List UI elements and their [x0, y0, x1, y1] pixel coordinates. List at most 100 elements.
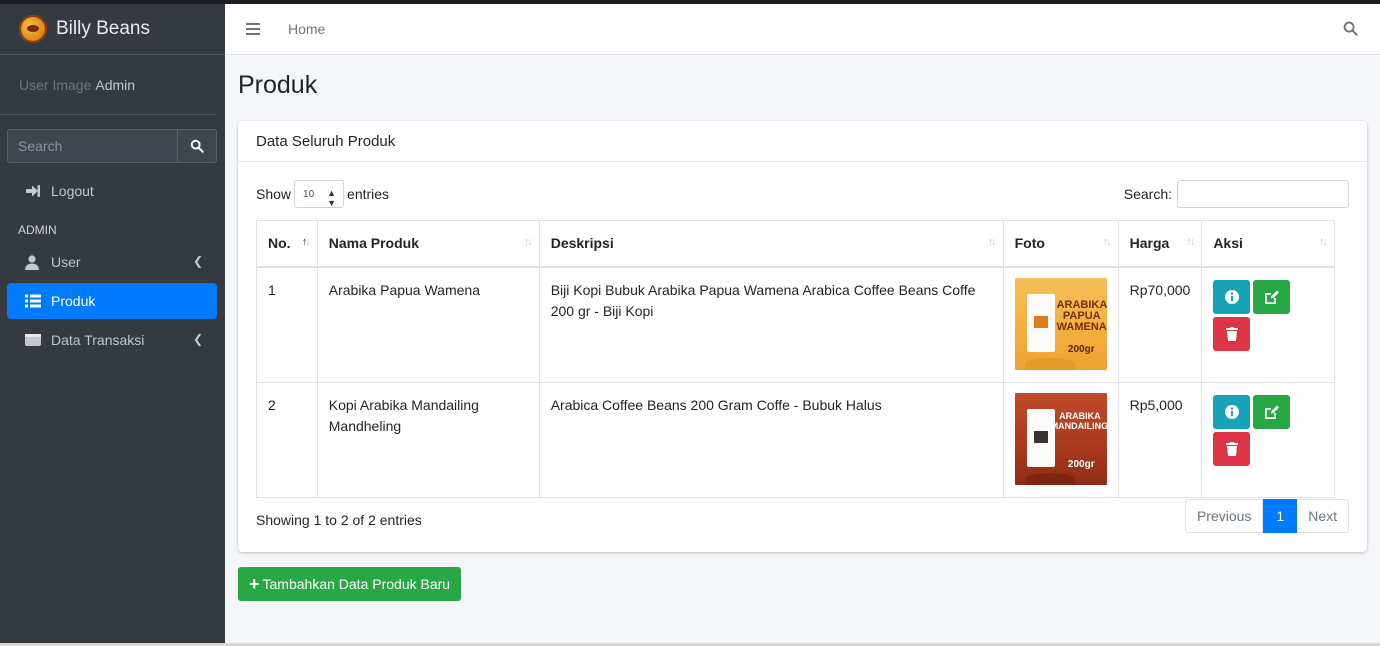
- sidebar-nav: Logout ADMIN User ❮ Produk Data Transaks…: [0, 173, 225, 358]
- table-search-input[interactable]: [1177, 180, 1349, 208]
- page-title: Produk: [238, 71, 318, 99]
- entries-label: entries: [347, 186, 390, 202]
- sidebar-search: Search: [7, 129, 217, 163]
- brand-link[interactable]: Billy Beans: [0, 4, 225, 55]
- product-photo: ARABIKA PAPUA WAMENA 200gr: [1014, 277, 1107, 370]
- info-circle-icon: [1224, 289, 1239, 304]
- sidebar-header-admin: ADMIN: [18, 223, 57, 237]
- sort-icon: ↑↓: [1319, 236, 1328, 248]
- detail-button[interactable]: [1213, 279, 1251, 314]
- sort-icon: ↑↓: [1102, 236, 1112, 248]
- sidebar-item-label: Data Transaksi: [51, 332, 145, 348]
- top-navbar: Home: [225, 4, 1380, 55]
- pagination-page-1[interactable]: 1: [1263, 499, 1298, 533]
- pagination-next[interactable]: Next: [1297, 499, 1349, 533]
- table-controls: Show 10 ▲ ▼ entries Search:: [256, 180, 1349, 208]
- coffee-bag-image: [1026, 293, 1055, 352]
- sort-icon: ↑↓: [523, 236, 533, 248]
- entries-select[interactable]: 10 ▲ ▼: [294, 180, 345, 208]
- select-caret-icon: ▲ ▼: [327, 188, 337, 208]
- sidebar-item-label: Logout: [51, 183, 94, 199]
- sidebar: Billy Beans User Image Admin Search Logo…: [0, 4, 225, 646]
- action-buttons: [1213, 279, 1303, 351]
- info-circle-icon: [1224, 404, 1239, 419]
- table-info: Showing 1 to 2 of 2 entries: [256, 512, 422, 528]
- plus-icon: +: [249, 574, 260, 594]
- sidebar-search-input[interactable]: Search: [7, 129, 177, 163]
- col-header-foto[interactable]: Foto ↑↓: [1002, 220, 1119, 268]
- show-label: Show: [256, 186, 292, 202]
- sidebar-item-logout[interactable]: Logout: [7, 173, 217, 209]
- col-header-harga[interactable]: Harga ↑↓: [1117, 220, 1203, 268]
- trash-icon: [1225, 326, 1238, 341]
- cell-deskripsi: Biji Kopi Bubuk Arabika Papua Wamena Ara…: [538, 266, 1004, 383]
- sidebar-item-produk[interactable]: Produk: [7, 283, 217, 319]
- edit-icon: [1265, 290, 1280, 304]
- edit-button[interactable]: [1253, 279, 1291, 314]
- cell-aksi: [1201, 266, 1335, 383]
- user-image: User Image: [19, 76, 92, 93]
- table-search: Search:: [1124, 180, 1349, 208]
- content-wrapper: Produk Data Seluruh Produk Show 10 ▲ ▼ en…: [225, 55, 1380, 646]
- list-icon: [25, 294, 43, 308]
- pagination: Previous 1 Next: [1184, 499, 1349, 533]
- cell-no: 1: [256, 266, 318, 383]
- table-row: 1 Arabika Papua Wamena Biji Kopi Bubuk A…: [256, 266, 1335, 383]
- cell-foto: ARABIKA MANDAILING 200gr: [1002, 381, 1119, 498]
- cell-aksi: [1201, 381, 1335, 498]
- entries-select-value: 10: [303, 188, 315, 200]
- photo-weight: 200gr: [1067, 458, 1095, 470]
- brand-name: Billy Beans: [56, 18, 150, 39]
- chevron-left-icon: ❮: [192, 254, 203, 268]
- user-icon: [25, 254, 43, 270]
- products-table: No. ↑↓ Nama Produk ↑↓ Deskripsi ↑↓ Foto ↑↓ H…: [256, 220, 1335, 498]
- pagination-previous[interactable]: Previous: [1184, 499, 1264, 533]
- add-product-label: Tambahkan Data Produk Baru: [262, 576, 451, 592]
- photo-weight: 200gr: [1067, 343, 1095, 355]
- delete-button[interactable]: [1213, 431, 1251, 466]
- trash-icon: [1225, 441, 1238, 456]
- sort-asc-icon: ↑↓: [301, 236, 311, 248]
- sidebar-item-label: User: [51, 254, 81, 270]
- add-product-button[interactable]: + Tambahkan Data Produk Baru: [238, 567, 462, 601]
- menu-toggle-icon[interactable]: [246, 23, 260, 35]
- cell-no: 2: [256, 381, 318, 498]
- chevron-left-icon: ❮: [192, 332, 203, 346]
- cell-harga: Rp5,000: [1117, 381, 1203, 498]
- cell-deskripsi: Arabica Coffee Beans 200 Gram Coffe - Bu…: [538, 381, 1004, 498]
- sidebar-item-data-transaksi[interactable]: Data Transaksi ❮: [7, 322, 217, 358]
- col-header-aksi[interactable]: Aksi ↑↓: [1201, 220, 1335, 268]
- products-card: Data Seluruh Produk Show 10 ▲ ▼ entries S…: [238, 121, 1367, 552]
- brand-logo: [19, 15, 47, 43]
- sidebar-item-user[interactable]: User ❮: [7, 244, 217, 280]
- table-header-row: No. ↑↓ Nama Produk ↑↓ Deskripsi ↑↓ Foto ↑↓ H…: [256, 220, 1335, 268]
- card-title: Data Seluruh Produk: [238, 121, 1367, 162]
- user-panel: User Image Admin: [0, 55, 217, 115]
- delete-button[interactable]: [1213, 316, 1251, 351]
- action-buttons: [1213, 394, 1303, 466]
- search-icon: [190, 139, 204, 153]
- table-search-label: Search:: [1123, 186, 1172, 202]
- cell-harga: Rp70,000: [1117, 266, 1203, 383]
- edit-icon: [1265, 405, 1280, 419]
- user-name[interactable]: Admin: [95, 77, 135, 93]
- photo-title: ARABIKA PAPUA WAMENA: [1056, 298, 1107, 333]
- col-header-deskripsi[interactable]: Deskripsi ↑↓: [538, 220, 1004, 268]
- sidebar-search-button[interactable]: [177, 129, 217, 163]
- cell-foto: ARABIKA PAPUA WAMENA 200gr: [1002, 266, 1119, 383]
- product-photo: ARABIKA MANDAILING 200gr: [1014, 392, 1107, 485]
- photo-title: ARABIKA MANDAILING: [1050, 410, 1107, 431]
- sign-out-icon: [25, 184, 43, 198]
- col-header-nama-produk[interactable]: Nama Produk ↑↓: [316, 220, 540, 268]
- table-row: 2 Kopi Arabika Mandailing Mandheling Ara…: [256, 381, 1335, 498]
- edit-button[interactable]: [1253, 394, 1291, 429]
- cell-nama-produk: Kopi Arabika Mandailing Mandheling: [316, 381, 540, 498]
- detail-button[interactable]: [1213, 394, 1251, 429]
- col-header-no[interactable]: No. ↑↓: [256, 220, 318, 268]
- search-icon[interactable]: [1343, 21, 1358, 39]
- cell-nama-produk: Arabika Papua Wamena: [316, 266, 540, 383]
- nav-home-link[interactable]: Home: [288, 21, 325, 37]
- sort-icon: ↑↓: [1186, 236, 1195, 248]
- wallet-icon: [25, 333, 43, 347]
- sort-icon: ↑↓: [987, 236, 997, 248]
